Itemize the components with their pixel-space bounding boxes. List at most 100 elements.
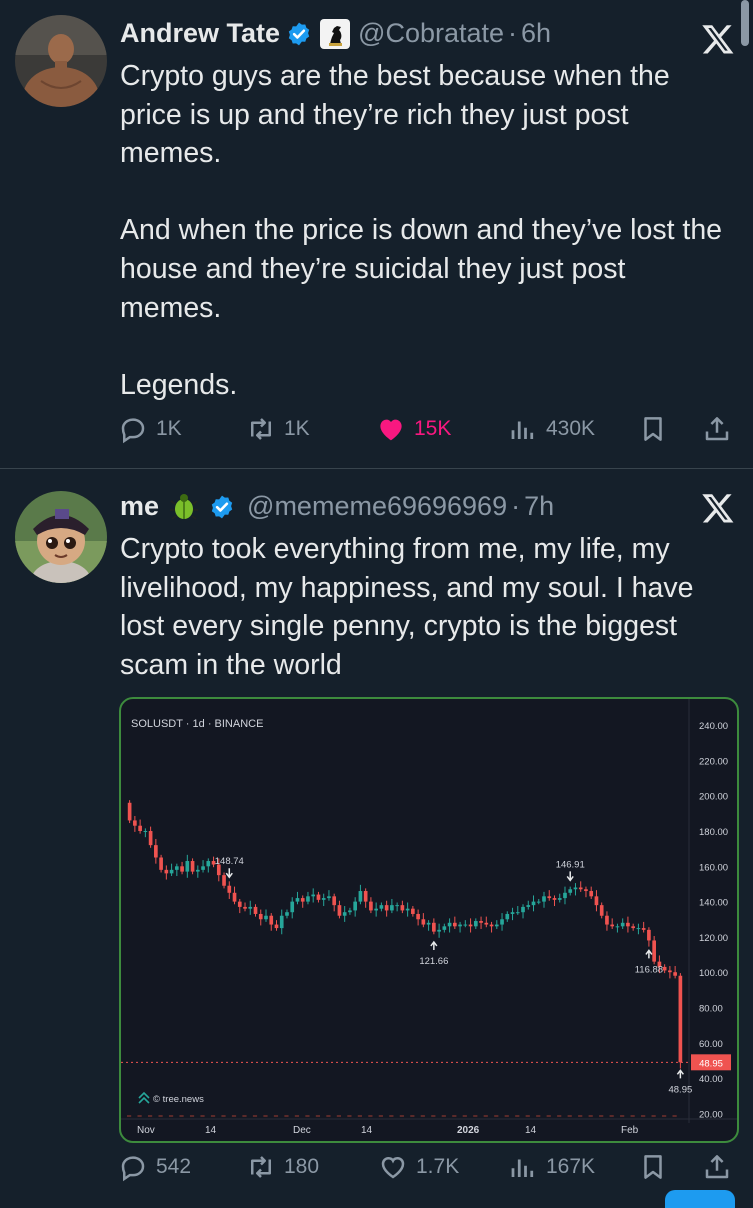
volume-bar (599, 1115, 604, 1117)
timestamp[interactable]: 6h (521, 18, 551, 49)
candle-body (174, 866, 179, 870)
candle-body (589, 891, 594, 897)
views-icon (511, 421, 534, 439)
repost-button[interactable]: 1K (246, 414, 310, 444)
candle-body (138, 825, 142, 832)
reply-button[interactable]: 1K (118, 414, 182, 444)
volume-bar (441, 1115, 446, 1117)
repost-button[interactable]: 180 (246, 1152, 319, 1182)
volume-bar (641, 1115, 646, 1117)
volume-bar (483, 1115, 488, 1117)
x-tick-label: Feb (621, 1125, 639, 1136)
tweet-andrew-tate[interactable]: Andrew Tate @Cobratate · 6h Crypto guys … (0, 0, 753, 468)
candle-body (521, 906, 525, 913)
candle-body (463, 924, 468, 926)
volume-bar (557, 1115, 562, 1117)
display-name[interactable]: Andrew Tate (120, 18, 280, 49)
x-tick-label: 14 (525, 1125, 537, 1136)
candle-body (615, 926, 620, 928)
affiliate-badge-icon (320, 18, 351, 49)
annotation-arrow (225, 868, 233, 879)
candle-body (489, 924, 494, 927)
views-button[interactable]: 430K (508, 414, 595, 444)
bookmark-button[interactable] (638, 1152, 668, 1182)
volume-bar (189, 1115, 195, 1117)
watermark-logo-icon (138, 1091, 150, 1104)
candle-body (500, 919, 504, 925)
candle-body (369, 901, 373, 911)
chart-image[interactable]: SOLUSDT · 1d · BINANCE 240.00 220.00 200.00… (119, 697, 739, 1143)
x-tick-label: 2026 (457, 1125, 480, 1136)
candle-body (222, 875, 226, 886)
candle-body (563, 892, 567, 899)
candle-body (678, 975, 683, 1063)
user-handle[interactable]: @mememe69696969 (247, 491, 507, 522)
volume-bar (546, 1115, 551, 1117)
candle-body (547, 896, 552, 899)
volume-bar (515, 1115, 520, 1117)
last-price-label: 48.95 (699, 1058, 723, 1069)
candle-body (421, 919, 426, 925)
views-count: 167K (546, 1155, 596, 1178)
candle-body (237, 901, 242, 907)
y-tick-label: 240.00 (699, 721, 728, 732)
display-name[interactable]: me (120, 491, 159, 522)
share-button[interactable] (702, 414, 732, 444)
reply-button[interactable]: 542 (118, 1152, 191, 1182)
candle-body (311, 894, 316, 897)
avatar[interactable] (15, 15, 107, 107)
like-button[interactable]: 1.7K (378, 1152, 459, 1182)
candle-body (253, 906, 258, 914)
candle-body (510, 912, 515, 914)
volume-bar (578, 1115, 583, 1117)
share-button[interactable] (702, 1152, 732, 1182)
y-tick-label: 80.00 (699, 1004, 723, 1015)
y-tick-label: 100.00 (699, 968, 728, 979)
tweet-text: Crypto took everything from me, my life,… (120, 533, 702, 681)
volume-bar (273, 1115, 279, 1117)
timestamp[interactable]: 7h (524, 491, 554, 522)
avatar[interactable] (15, 491, 107, 583)
candle-body (447, 922, 452, 927)
volume-bar (504, 1115, 509, 1117)
tweet-text: Crypto guys are the best because when th… (120, 60, 723, 401)
candle-body (442, 926, 447, 930)
volume-bar (462, 1115, 467, 1117)
candle-body (374, 908, 378, 911)
views-button[interactable]: 167K (508, 1152, 595, 1182)
chart-title: SOLUSDT · 1d · BINANCE (131, 718, 263, 730)
y-tick-label: 160.00 (699, 862, 728, 873)
candle-body (316, 894, 321, 900)
candle-body (306, 896, 310, 902)
scrollbar[interactable] (741, 0, 749, 46)
candle-body (274, 924, 279, 929)
candle-body (243, 906, 247, 909)
candle-body (578, 887, 583, 890)
views-count: 430K (546, 417, 596, 440)
tweet-header: me @mememe69696969 · 7h (120, 491, 554, 522)
volume-bar (179, 1115, 184, 1117)
like-button[interactable]: 15K (376, 414, 451, 444)
user-handle[interactable]: @Cobratate (358, 18, 504, 49)
reply-icon (121, 1156, 145, 1182)
x-logo-icon (702, 25, 734, 54)
y-tick-label: 200.00 (699, 792, 728, 803)
reply-icon (121, 418, 145, 444)
share-icon (705, 417, 729, 441)
new-posts-bubble[interactable] (665, 1190, 735, 1208)
candle-body (526, 905, 531, 907)
candle-body (515, 912, 520, 914)
candle-body (248, 906, 253, 909)
volume-bar (588, 1115, 593, 1117)
views-icon (511, 1159, 534, 1177)
candle-body (426, 922, 431, 925)
candle-body (668, 970, 672, 973)
candle-body (552, 898, 557, 900)
candle-body (164, 869, 169, 874)
candle-body (599, 905, 604, 916)
bookmark-button[interactable] (638, 414, 668, 444)
x-tick-label: Dec (293, 1125, 311, 1136)
candle-body (300, 898, 305, 902)
bookmark-icon (644, 417, 662, 441)
y-tick-label: 120.00 (699, 933, 728, 944)
